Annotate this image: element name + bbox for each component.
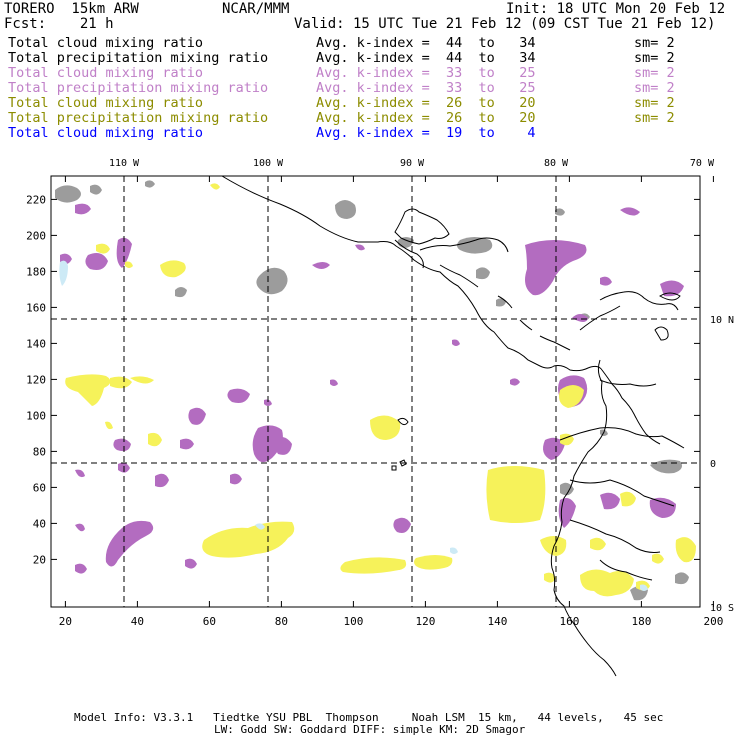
lat-label: 0 [710,459,716,470]
x-tick-label: 100 [343,615,363,628]
purple-precip-areas [60,203,684,574]
x-tick-label: 120 [415,615,435,628]
y-tick-label: 80 [33,445,46,458]
x-tick-label: 160 [559,615,579,628]
lon-label: 80 W [544,158,569,169]
lon-labels: 110 W 100 W 90 W 80 W 70 W [109,158,715,169]
coastlines [221,175,685,677]
y-tick-label: 140 [26,337,46,350]
map-plot: 2040608010012014016018020022024026028030… [26,158,734,677]
x-tick-label: 40 [131,615,144,628]
y-tick-label: 220 [26,193,46,206]
gray-cloud-areas [55,180,689,601]
y-tick-label: 20 [33,553,46,566]
y-tick-label: 60 [33,481,46,494]
x-tick-label: 60 [203,615,216,628]
x-tick-label: 180 [631,615,651,628]
physics-info: LW: Godd SW: Goddard DIFF: simple KM: 2D… [214,723,526,736]
y-tick-label: 160 [26,301,46,314]
lon-label: 110 W [109,158,140,169]
y-tick-label: 180 [26,265,46,278]
lon-label: 100 W [253,158,284,169]
x-tick-label: 20 [59,615,72,628]
lon-label: 90 W [400,158,425,169]
y-tick-label: 40 [33,517,46,530]
lat-label: 10 N [710,315,734,326]
lat-labels: 10 N 0 10 S [710,315,734,614]
y-tick-label: 200 [26,229,46,242]
y-tick-labels: 20 40 60 80 100 120 140 160 180 200 220 [26,193,46,566]
x-tick-label: 140 [487,615,507,628]
y-tick-label: 100 [26,409,46,422]
x-tick-label: 200 [703,615,723,628]
lon-label: 70 W [690,158,715,169]
x-tick-label: 80 [275,615,288,628]
y-tick-label: 120 [26,373,46,386]
x-tick-labels: 2040608010012014016018020022024026028030… [59,615,724,628]
lat-label: 10 S [710,603,734,614]
